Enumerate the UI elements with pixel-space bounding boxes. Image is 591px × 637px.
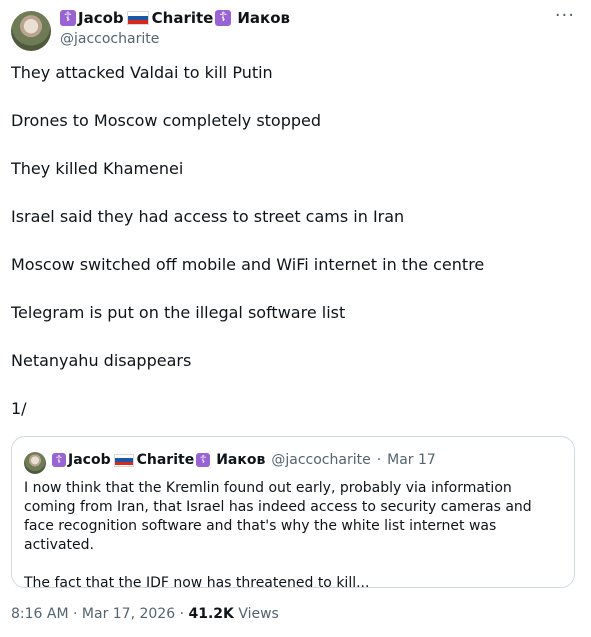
quote-author-name-first: Jacob [68, 452, 111, 468]
quote-author-name-third: Иаков [216, 452, 266, 468]
quote-author-name-second: Charite [136, 452, 195, 468]
russian-flag-icon [113, 453, 134, 467]
views-count: 41.2K [188, 606, 234, 622]
quote-body: I now think that the Kremlin found out e… [24, 479, 560, 612]
tweet-line: 1/ [11, 399, 27, 418]
tweet-line: Telegram is put on the illegal software … [11, 303, 346, 322]
tweet-text: They attacked Valdai to kill Putin Drone… [11, 63, 577, 447]
tweet-line: They attacked Valdai to kill Putin [11, 63, 273, 82]
tweet-line: Israel said they had access to street ca… [11, 207, 405, 226]
orthodox-cross-icon: ☦ [60, 10, 76, 26]
tweet-line: Moscow switched off mobile and WiFi inte… [11, 255, 485, 274]
quote-author-handle: @jaccocharite [271, 452, 371, 468]
meta-separator: · [175, 606, 189, 622]
meta-separator: · [68, 606, 82, 622]
tweet-line: Netanyahu disappears [11, 351, 192, 370]
author-handle[interactable]: @jaccocharite [60, 31, 159, 47]
author-name-first: Jacob [78, 9, 124, 27]
quote-paragraph: I now think that the Kremlin found out e… [24, 480, 532, 553]
quoted-tweet[interactable]: ☦ Jacob Charite ☦ Иаков @jaccocharite · … [11, 436, 575, 591]
quote-header: ☦ Jacob Charite ☦ Иаков @jaccocharite · … [52, 452, 436, 468]
quote-separator: · [376, 452, 382, 468]
orthodox-cross-icon: ☦ [52, 453, 66, 467]
author-name[interactable]: ☦ Jacob Charite ☦ Иаков [60, 9, 290, 27]
quote-paragraph: The fact that the IDF now has threatened… [24, 575, 370, 591]
tweet-time[interactable]: 8:16 AM [11, 606, 69, 622]
views-label: Views [233, 606, 279, 622]
quote-date: Mar 17 [387, 452, 436, 468]
russian-flag-icon [126, 11, 149, 25]
tweet-line: They killed Khamenei [11, 159, 184, 178]
orthodox-cross-icon: ☦ [215, 10, 232, 26]
author-name-third: Иаков [237, 9, 290, 27]
author-avatar[interactable] [11, 11, 51, 51]
more-icon[interactable]: ··· [555, 5, 575, 26]
tweet-line: Drones to Moscow completely stopped [11, 111, 322, 130]
orthodox-cross-icon: ☦ [196, 453, 211, 467]
author-name-second: Charite [151, 9, 214, 27]
tweet-date[interactable]: Mar 17, 2026 [82, 606, 175, 622]
quote-author-avatar [24, 452, 46, 474]
tweet-meta: 8:16 AM · Mar 17, 2026 · 41.2K Views [11, 606, 279, 622]
